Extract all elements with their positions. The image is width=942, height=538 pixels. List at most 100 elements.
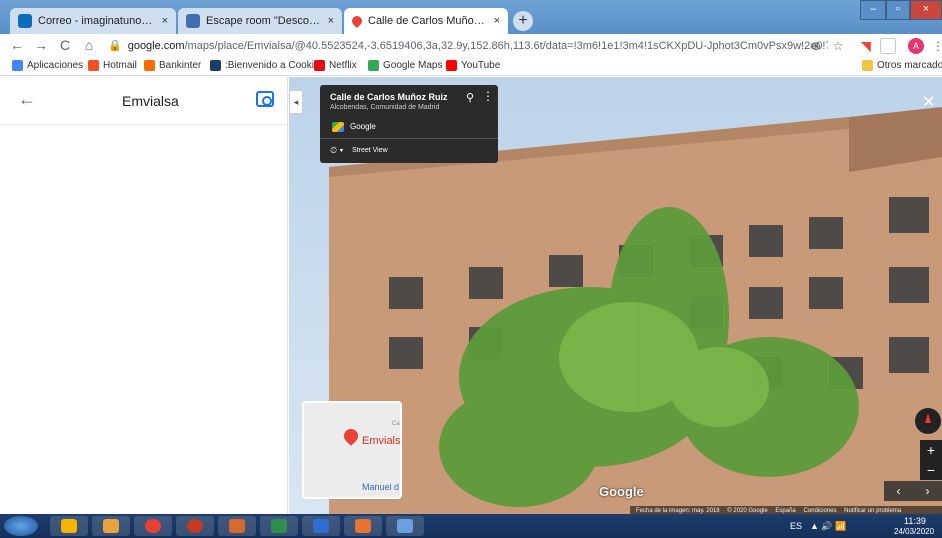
profile-avatar[interactable]: A — [908, 38, 924, 54]
more-options-icon[interactable]: ⋮ — [482, 89, 494, 103]
outlook-icon — [61, 519, 77, 533]
bankinter-icon — [144, 60, 155, 71]
compass-icon[interactable] — [915, 408, 941, 434]
youtube-icon — [446, 60, 457, 71]
clock-date[interactable]: 24/03/2020 — [894, 527, 934, 536]
street-view-label: Street View — [352, 147, 388, 154]
microsoft-icon — [88, 60, 99, 71]
taskbar-powerpoint[interactable] — [344, 516, 382, 536]
place-title: Emvialsa — [122, 93, 179, 109]
taskbar-chrome[interactable] — [134, 516, 172, 536]
folder-icon — [103, 519, 119, 533]
lock-icon: 🔒 — [108, 40, 122, 52]
taskbar-paint[interactable] — [386, 516, 424, 536]
pin-icon[interactable]: ⚲ — [466, 91, 474, 104]
chevron-right-icon[interactable]: › — [926, 484, 930, 498]
close-icon[interactable]: × — [328, 15, 334, 27]
forward-button[interactable]: → — [32, 37, 50, 53]
bookmark-other[interactable]: Otros marcadores — [862, 60, 942, 71]
add-photo-icon[interactable] — [256, 91, 274, 107]
escape-room-icon — [186, 14, 200, 28]
street-view-info-card: Calle de Carlos Muñoz Ruiz Alcobendas, C… — [320, 85, 498, 163]
time-travel-icon[interactable]: ⏲ ▾ — [330, 145, 343, 156]
maps-pin-icon — [368, 60, 379, 71]
google-logo-icon — [332, 122, 344, 132]
imagery-source: Google — [350, 122, 376, 131]
clock-time[interactable]: 11:39 — [904, 516, 926, 526]
reload-button[interactable]: C — [56, 37, 74, 53]
taskbar-chrome-2[interactable] — [176, 516, 214, 536]
start-button[interactable] — [4, 516, 38, 536]
apps-grid-icon — [12, 60, 23, 71]
back-button[interactable]: ← — [8, 37, 26, 53]
bookmark-youtube[interactable]: YouTube — [446, 60, 500, 71]
tab-strip: Correo - imaginatunoche@imagi × Escape r… — [0, 0, 942, 34]
taskbar-outlook[interactable] — [50, 516, 88, 536]
mini-map-place: Emvialsa — [362, 435, 401, 447]
tumblr-icon — [210, 60, 221, 71]
close-icon[interactable]: × — [494, 15, 500, 27]
install-icon[interactable]: ⊕ — [808, 38, 824, 54]
star-icon[interactable]: ☆ — [830, 38, 846, 54]
taskbar-explorer[interactable] — [92, 516, 130, 536]
url-domain: google.com — [127, 40, 185, 52]
bookmarks-bar: Aplicaciones Hotmail Bankinter :Bienveni… — [0, 58, 942, 76]
taskbar-excel[interactable] — [260, 516, 298, 536]
powerpoint-icon — [355, 519, 371, 533]
paint-icon — [397, 519, 413, 533]
zoom-in-button[interactable]: + — [920, 440, 942, 460]
place-side-panel: ← Emvialsa — [0, 77, 288, 514]
tab-correo[interactable]: Correo - imaginatunoche@imagi × — [10, 8, 176, 34]
bookmark-apps[interactable]: Aplicaciones — [12, 60, 83, 71]
taskbar-word[interactable] — [302, 516, 340, 536]
bookmark-hotmail[interactable]: Hotmail — [88, 60, 137, 71]
street-name: Calle de Carlos Muñoz Ruiz — [330, 92, 448, 102]
nav-arrows: ‹ › — [884, 481, 942, 501]
mini-map-street: Manuel d — [362, 482, 400, 492]
mini-map[interactable]: Emvialsa Car Manuel d — [302, 401, 402, 499]
collapse-panel-button[interactable]: ◂ — [289, 90, 303, 114]
bookmark-bankinter[interactable]: Bankinter — [144, 60, 201, 71]
divider — [320, 138, 498, 139]
home-button[interactable]: ⌂ — [80, 37, 98, 53]
back-arrow-icon[interactable]: ← — [18, 89, 36, 110]
bookmark-cookie[interactable]: :Bienvenido a Cooki... — [210, 60, 322, 71]
map-pin-icon — [341, 426, 361, 446]
language-indicator[interactable]: ES — [790, 521, 802, 531]
tab-title: Escape room "Descorona al virus — [206, 15, 322, 27]
tab-maps[interactable]: Calle de Carlos Muñoz Ruiz - Go × — [344, 8, 508, 34]
close-street-view-button[interactable]: ✕ — [922, 92, 935, 112]
maps-pin-icon — [349, 13, 365, 29]
close-icon[interactable]: × — [162, 15, 168, 27]
panel-header: ← Emvialsa — [0, 77, 288, 125]
google-watermark: Google — [599, 484, 644, 499]
zoom-out-button[interactable]: − — [920, 460, 942, 480]
url-path: /maps/place/Emvialsa/@40.5523524,-3.6519… — [184, 40, 828, 52]
locality: Alcobendas, Comunidad de Madrid — [330, 104, 440, 111]
address-bar[interactable]: 🔒 google.com/maps/place/Emvialsa/@40.5523… — [108, 36, 828, 56]
mini-map-corner-label: Car — [392, 421, 402, 427]
zoom-control: + − — [920, 440, 942, 480]
tab-escape-room[interactable]: Escape room "Descorona al virus × — [178, 8, 342, 34]
folder-icon — [862, 60, 873, 71]
tray-icons[interactable]: ▲ 🔊 📶 — [810, 521, 846, 532]
new-tab-button[interactable]: + — [513, 11, 533, 31]
screen: Correo - imaginatunoche@imagi × Escape r… — [0, 0, 942, 538]
excel-icon — [271, 519, 287, 533]
chrome-icon — [187, 519, 203, 533]
extension-box-icon[interactable] — [880, 38, 896, 54]
windows-taskbar: ES ▲ 🔊 📶 11:39 24/03/2020 — [0, 514, 942, 538]
window-close-button[interactable]: × — [910, 0, 942, 20]
chrome-icon — [145, 519, 161, 533]
netflix-icon — [314, 60, 325, 71]
menu-icon[interactable]: ⋮ — [930, 38, 942, 54]
bookmark-google-maps[interactable]: Google Maps — [368, 60, 442, 71]
extension-icon[interactable]: ◥ — [858, 38, 874, 54]
taskbar-app[interactable] — [218, 516, 256, 536]
tab-title: Calle de Carlos Muñoz Ruiz - Go — [368, 15, 488, 27]
bookmark-netflix[interactable]: Netflix — [314, 60, 357, 71]
maximize-button[interactable]: ▫ — [886, 0, 910, 20]
chevron-left-icon[interactable]: ‹ — [897, 484, 901, 498]
minimize-button[interactable]: – — [860, 0, 886, 20]
browser-toolbar: ← → C ⌂ 🔒 google.com/maps/place/Emvialsa/… — [0, 34, 942, 58]
